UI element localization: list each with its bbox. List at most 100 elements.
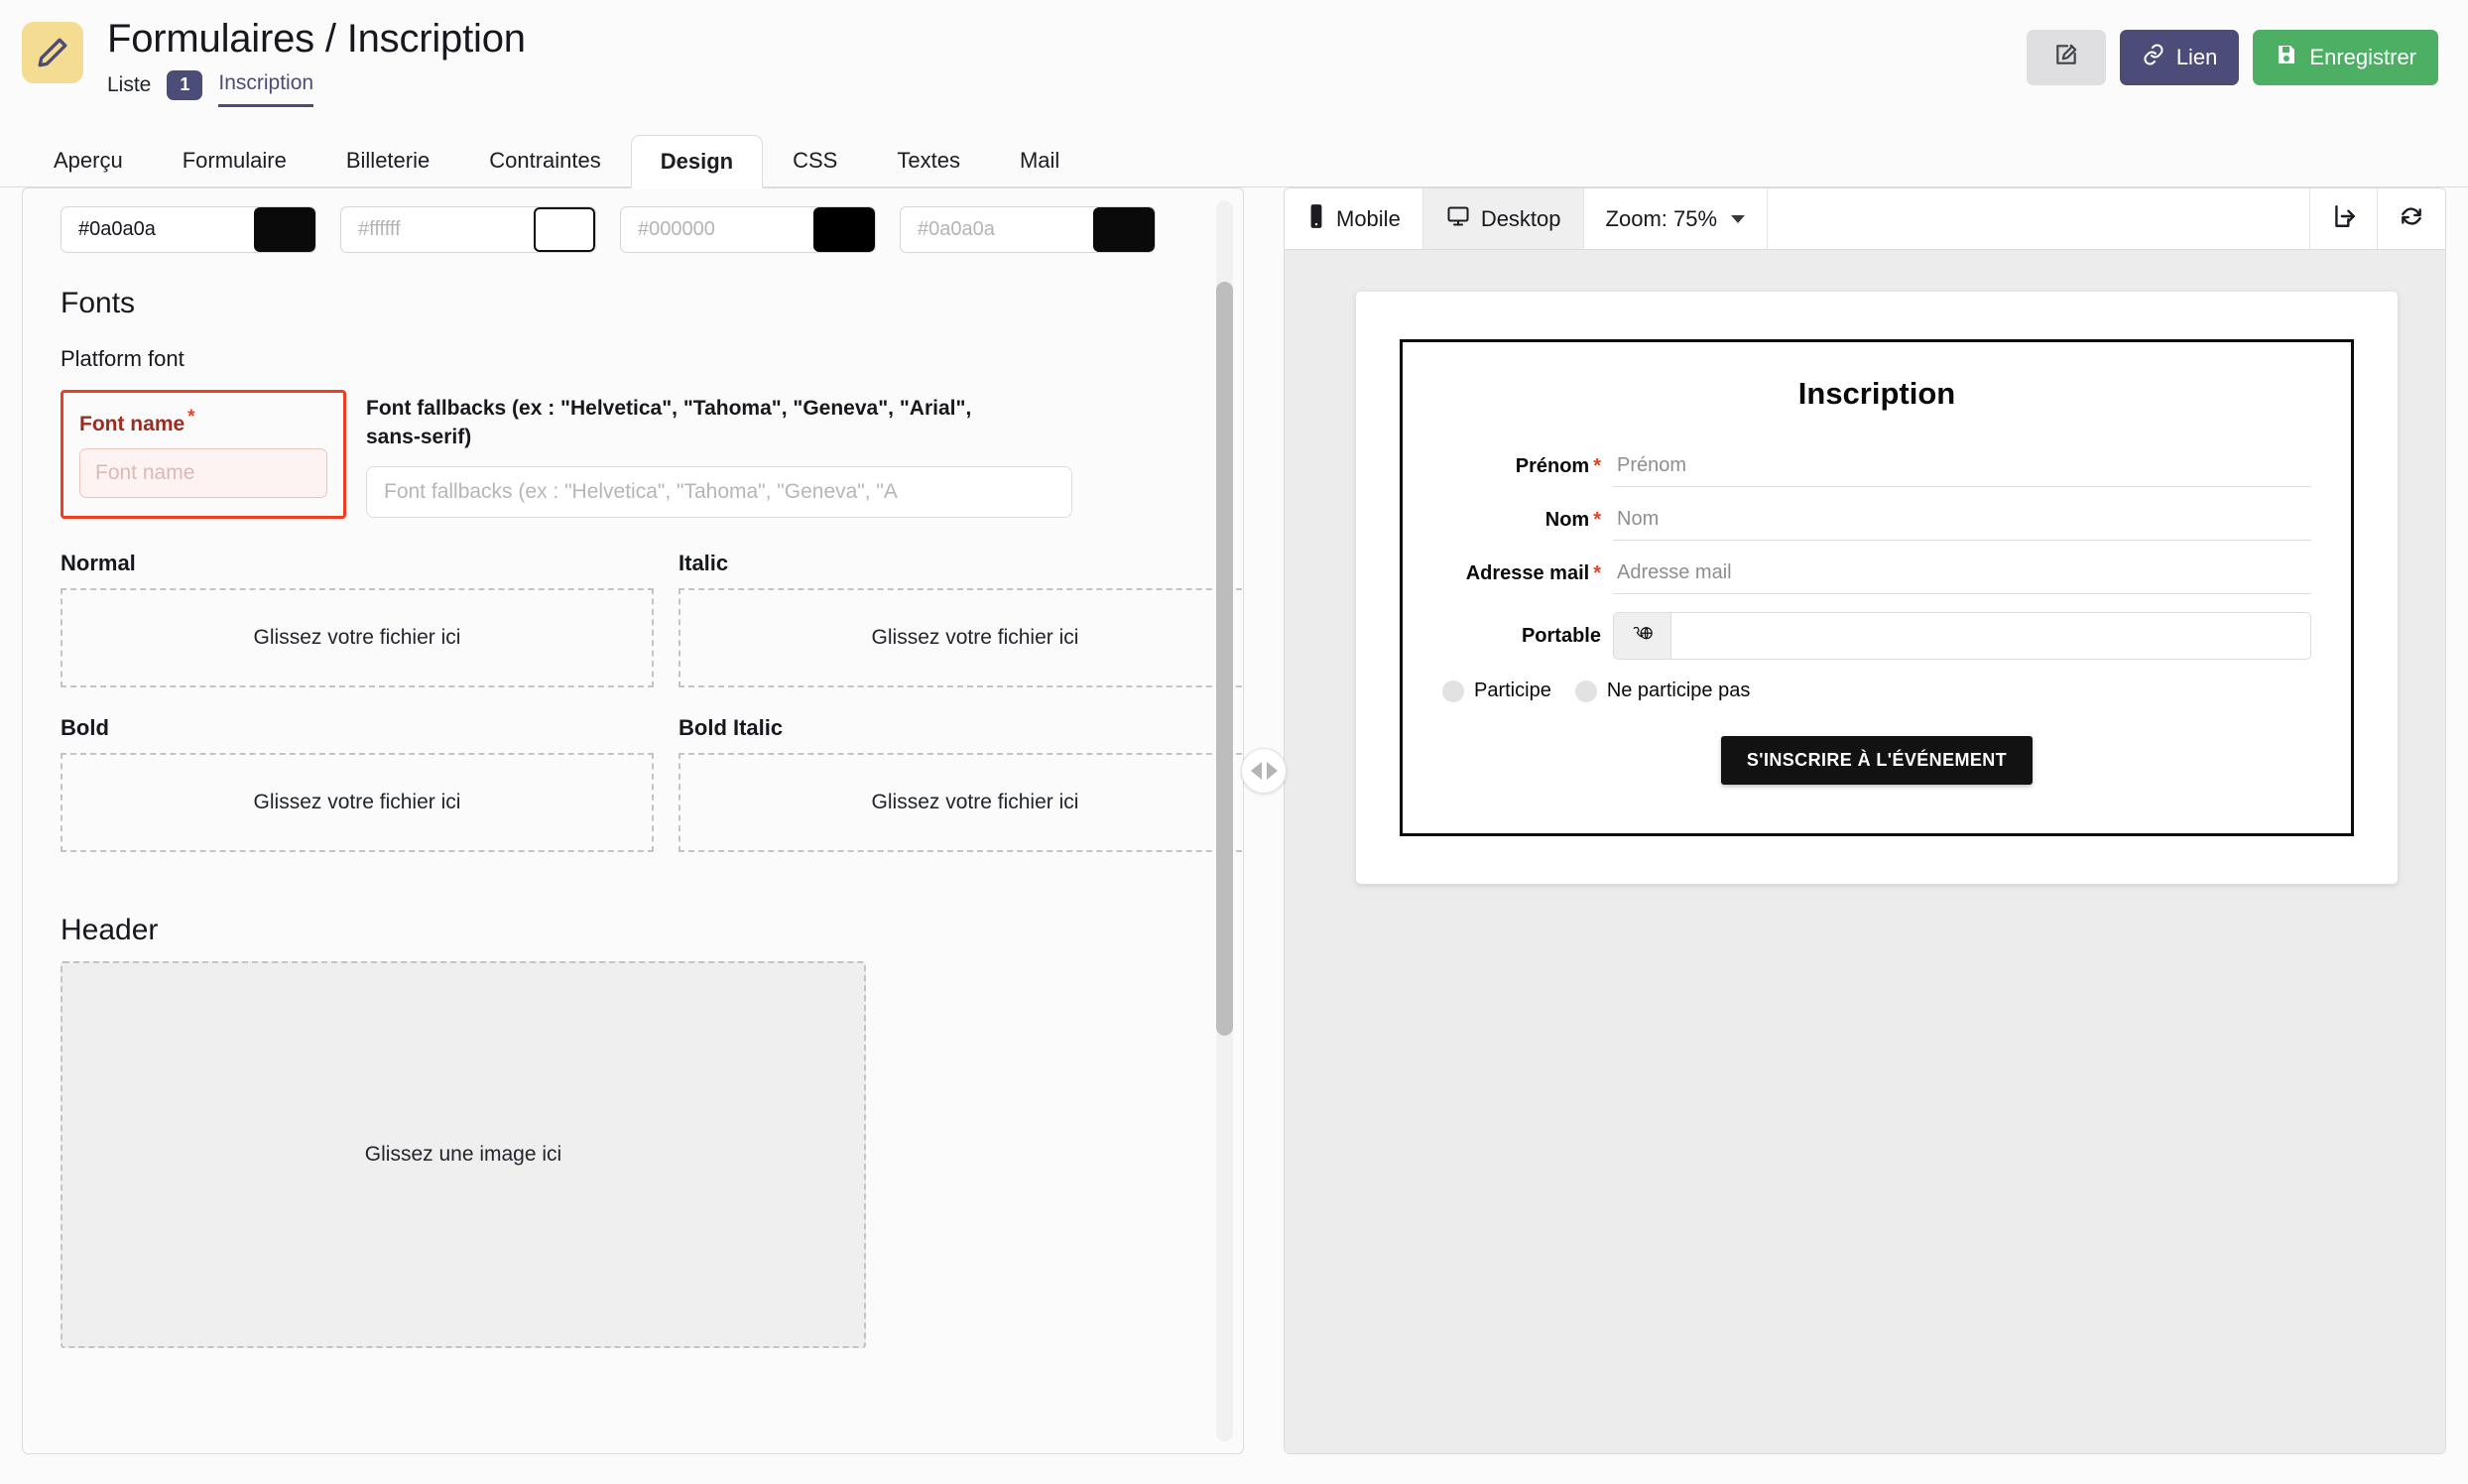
app-header: Formulaires / Inscription Liste 1 Inscri… bbox=[0, 0, 2468, 126]
required-asterisk: * bbox=[187, 407, 194, 428]
tab-contraintes[interactable]: Contraintes bbox=[459, 134, 631, 187]
link-button[interactable]: Lien bbox=[2120, 30, 2240, 85]
subnav-badge-count: 1 bbox=[167, 70, 202, 100]
panel-splitter[interactable] bbox=[1244, 187, 1284, 1454]
radio-circle-icon[interactable] bbox=[1575, 680, 1597, 702]
preview-mode-mobile-button[interactable]: Mobile bbox=[1285, 188, 1423, 249]
font-name-input[interactable] bbox=[79, 448, 327, 498]
design-settings-panel: #0a0a0a #ffffff #000000 #0a0a0a Fonts Pl… bbox=[22, 187, 1244, 1454]
font-dropzone-bold-group: Bold Glissez votre fichier ici bbox=[61, 715, 654, 880]
breadcrumb: Liste 1 Inscription bbox=[107, 70, 2027, 109]
color-swatch-3[interactable] bbox=[813, 207, 875, 252]
form-input-nom[interactable] bbox=[1613, 499, 2311, 541]
form-input-adresse-mail[interactable] bbox=[1613, 553, 2311, 594]
required-asterisk: * bbox=[1593, 562, 1601, 584]
header-titles: Formulaires / Inscription Liste 1 Inscri… bbox=[107, 18, 2027, 109]
workspace: #0a0a0a #ffffff #000000 #0a0a0a Fonts Pl… bbox=[0, 187, 2468, 1484]
header-image-dropzone[interactable]: Glissez une image ici bbox=[61, 961, 866, 1348]
radio-label-participe: Participe bbox=[1474, 680, 1551, 702]
phone-globe-icon[interactable] bbox=[1614, 613, 1671, 659]
form-label-nom-text: Nom bbox=[1545, 509, 1589, 531]
submit-registration-button[interactable]: S'INSCRIRE À L'ÉVÉNEMENT bbox=[1721, 736, 2033, 785]
preview-panel: Mobile Desktop Zoom: 75% bbox=[1284, 187, 2446, 1454]
floppy-disk-icon bbox=[2275, 43, 2298, 72]
design-panel-scrollbar[interactable] bbox=[1216, 200, 1233, 1441]
tab-design[interactable]: Design bbox=[631, 135, 763, 188]
required-asterisk: * bbox=[1593, 455, 1601, 477]
tab-billeterie[interactable]: Billeterie bbox=[316, 134, 459, 187]
pencil-icon bbox=[22, 22, 83, 83]
participation-radio-group: Participe Ne participe pas bbox=[1442, 680, 2311, 702]
font-name-field-group: Font name* bbox=[61, 390, 346, 519]
form-input-prenom[interactable] bbox=[1613, 445, 2311, 487]
edit-button[interactable] bbox=[2027, 30, 2106, 85]
link-icon bbox=[2142, 43, 2165, 72]
header-image-dropzone-wrap: Glissez une image ici bbox=[61, 961, 866, 1348]
font-dropzone-italic[interactable]: Glissez votre fichier ici bbox=[679, 588, 1243, 687]
tab-mail[interactable]: Mail bbox=[990, 134, 1089, 187]
font-dropzone-italic-group: Italic Glissez votre fichier ici bbox=[679, 551, 1243, 715]
preview-mode-desktop-button[interactable]: Desktop bbox=[1423, 188, 1584, 249]
form-input-portable[interactable] bbox=[1671, 613, 2310, 659]
color-swatch-4[interactable] bbox=[1093, 207, 1155, 252]
form-label-prenom: Prénom* bbox=[1442, 455, 1613, 478]
chevron-left-icon bbox=[1251, 762, 1262, 780]
radio-option-ne-participe-pas[interactable]: Ne participe pas bbox=[1575, 680, 1751, 702]
tab-css[interactable]: CSS bbox=[763, 134, 867, 187]
font-fallbacks-input[interactable] bbox=[366, 466, 1072, 518]
edit-square-icon bbox=[2053, 42, 2079, 73]
fonts-section-title: Fonts bbox=[61, 287, 1173, 320]
form-row-adresse-mail: Adresse mail* bbox=[1442, 553, 2311, 594]
color-field-row: #0a0a0a #ffffff #000000 #0a0a0a bbox=[61, 206, 1173, 253]
color-field-2[interactable]: #ffffff bbox=[340, 206, 596, 253]
form-phone-field[interactable] bbox=[1613, 612, 2311, 660]
form-row-prenom: Prénom* bbox=[1442, 445, 2311, 487]
save-button[interactable]: Enregistrer bbox=[2253, 30, 2438, 85]
radio-circle-icon[interactable] bbox=[1442, 680, 1464, 702]
font-dropzone-bold[interactable]: Glissez votre fichier ici bbox=[61, 753, 654, 852]
tab-textes[interactable]: Textes bbox=[867, 134, 990, 187]
form-title: Inscription bbox=[1442, 376, 2311, 412]
font-fallbacks-field-group: Font fallbacks (ex : "Helvetica", "Tahom… bbox=[366, 390, 1173, 519]
preview-toolbar-spacer bbox=[1768, 188, 2310, 249]
link-button-label: Lien bbox=[2176, 45, 2218, 70]
subnav-item-inscription[interactable]: Inscription bbox=[218, 71, 313, 107]
form-label-nom: Nom* bbox=[1442, 509, 1613, 532]
open-external-button[interactable] bbox=[2310, 188, 2378, 249]
font-dropzone-bold-label: Bold bbox=[61, 715, 654, 741]
font-dropzone-bold-italic-label: Bold Italic bbox=[679, 715, 1243, 741]
color-field-2-placeholder: #ffffff bbox=[341, 207, 534, 252]
splitter-line bbox=[1263, 187, 1265, 1454]
splitter-handle[interactable] bbox=[1241, 748, 1287, 794]
registration-form: Inscription Prénom* Nom* Adresse mail* bbox=[1400, 339, 2354, 836]
header-actions: Lien Enregistrer bbox=[2027, 30, 2438, 85]
save-button-label: Enregistrer bbox=[2309, 45, 2416, 70]
preview-zoom-dropdown[interactable]: Zoom: 75% bbox=[1584, 188, 1769, 249]
font-dropzone-italic-label: Italic bbox=[679, 551, 1243, 576]
color-field-4[interactable]: #0a0a0a bbox=[900, 206, 1156, 253]
form-label-portable: Portable bbox=[1442, 625, 1613, 648]
font-dropzone-bold-italic-group: Bold Italic Glissez votre fichier ici bbox=[679, 715, 1243, 880]
font-dropzone-normal[interactable]: Glissez votre fichier ici bbox=[61, 588, 654, 687]
radio-option-participe[interactable]: Participe bbox=[1442, 680, 1551, 702]
tab-bar: Aperçu Formulaire Billeterie Contraintes… bbox=[0, 126, 2468, 187]
design-panel-scrollbar-thumb[interactable] bbox=[1216, 282, 1233, 1036]
font-fallbacks-label: Font fallbacks (ex : "Helvetica", "Tahom… bbox=[366, 394, 1021, 452]
font-dropzone-bold-italic[interactable]: Glissez votre fichier ici bbox=[679, 753, 1243, 852]
radio-label-ne-participe-pas: Ne participe pas bbox=[1607, 680, 1751, 702]
preview-toolbar: Mobile Desktop Zoom: 75% bbox=[1285, 188, 2445, 250]
color-swatch-1[interactable] bbox=[254, 207, 315, 252]
refresh-icon bbox=[2399, 203, 2424, 234]
color-field-3[interactable]: #000000 bbox=[620, 206, 876, 253]
preview-mode-desktop-label: Desktop bbox=[1481, 206, 1561, 232]
subnav-item-liste[interactable]: Liste bbox=[107, 73, 151, 106]
tab-formulaire[interactable]: Formulaire bbox=[153, 134, 316, 187]
form-row-nom: Nom* bbox=[1442, 499, 2311, 541]
font-dropzone-normal-group: Normal Glissez votre fichier ici bbox=[61, 551, 654, 715]
color-swatch-2[interactable] bbox=[534, 207, 595, 252]
color-field-1[interactable]: #0a0a0a bbox=[61, 206, 316, 253]
tab-apercu[interactable]: Aperçu bbox=[24, 134, 153, 187]
mobile-phone-icon bbox=[1306, 203, 1326, 235]
refresh-preview-button[interactable] bbox=[2378, 188, 2445, 249]
color-field-1-value: #0a0a0a bbox=[62, 207, 254, 252]
